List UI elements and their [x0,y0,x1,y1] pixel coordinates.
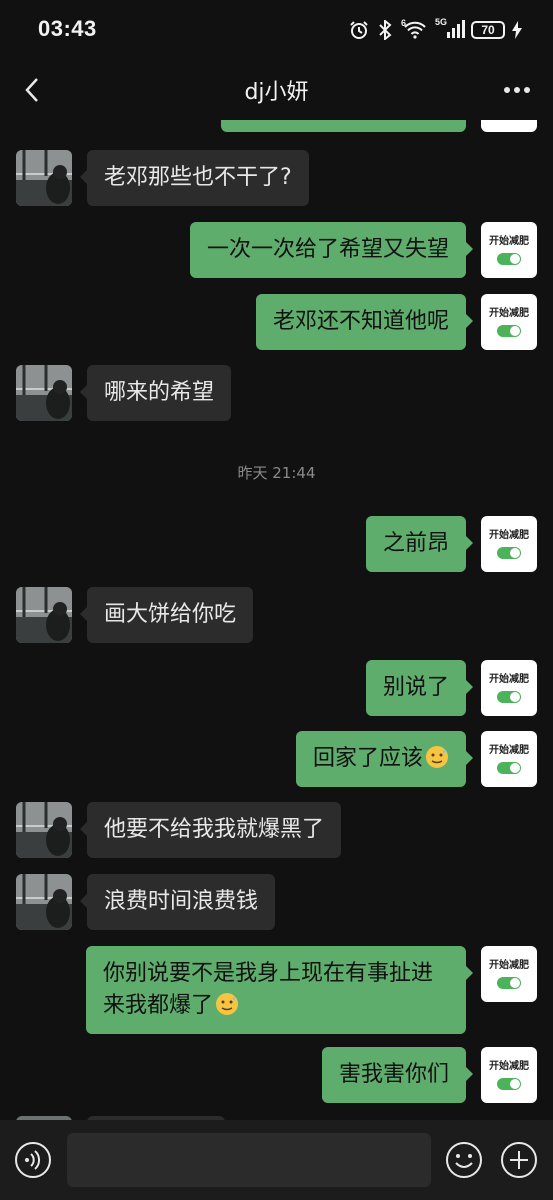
message-bubble-incoming[interactable]: 他要不给我我就爆黑了 [79,802,342,858]
contact-avatar[interactable] [16,802,72,858]
status-time: 03:43 [38,16,97,41]
toggle-icon [497,1078,521,1090]
message-bubble-outgoing[interactable]: 别说了 [365,660,474,716]
contact-avatar[interactable] [16,365,72,421]
partial-avatar [481,120,537,132]
toggle-icon [497,547,521,559]
toggle-icon [497,691,521,703]
avatar-photo [16,150,72,206]
avatar-label: 开始减肥 [489,308,529,319]
more-dots-icon [504,87,530,93]
alarm-icon [349,20,369,40]
my-avatar[interactable]: 开始减肥 [481,222,537,278]
avatar-label: 开始减肥 [489,1061,529,1072]
avatar-label: 开始减肥 [489,674,529,685]
emoji-button[interactable] [445,1141,483,1179]
avatar-label: 开始减肥 [489,236,529,247]
chat-header: dj小妍 [0,60,553,120]
message-text: 害我害你们 [338,1062,449,1087]
plus-icon [501,1142,537,1178]
voice-button[interactable] [14,1141,52,1179]
message-bubble-outgoing[interactable]: 之前昂 [365,516,474,572]
sweat-smile-emoji [216,993,239,1015]
avatar-label: 开始减肥 [489,530,529,541]
charging-icon [511,20,523,40]
timestamp: 昨天 21:44 [237,464,316,482]
my-avatar[interactable]: 开始减肥 [481,731,537,787]
my-avatar[interactable]: 开始减肥 [481,516,537,572]
message-text: 别说了 [382,675,449,700]
message-text: 老邓那些也不干了? [104,165,292,190]
message-list[interactable]: 老邓那些也不干了? 一次一次给了希望又失望 开始减肥 老邓还不知道他呢 开始减肥… [0,120,553,1120]
contact-avatar[interactable] [16,587,72,643]
contact-avatar[interactable] [16,150,72,206]
message-text: 一次一次给了希望又失望 [206,237,449,262]
wifi-label: 6 [401,18,407,28]
chat-title: dj小妍 [244,80,309,105]
partial-message-bubble [221,120,466,132]
message-text: 他要不给我我就爆黑了 [104,817,325,842]
signal-label: 5G [435,17,448,27]
my-avatar[interactable]: 开始减肥 [481,946,537,1002]
message-bubble-outgoing[interactable]: 害我害你们 [321,1047,474,1103]
message-text: 你别说要不是我身上现在有事扯进来我都爆了 [103,961,434,1018]
message-bubble-incoming[interactable]: 画大饼给你吃 [79,587,254,643]
avatar-photo [16,802,72,858]
avatar-photo [16,365,72,421]
message-text: 回家了应该 [312,746,423,771]
contact-avatar[interactable] [16,874,72,930]
more-actions-button[interactable] [500,1141,538,1179]
message-bubble-incoming[interactable]: 哪来的希望 [79,365,232,421]
input-bar [0,1120,553,1200]
cellular-signal-icon: 5G [435,17,465,40]
status-bar: 03:43 6 5G 70 [0,0,553,60]
message-text: 老邓还不知道他呢 [272,309,449,334]
wifi-icon: 6 [401,18,429,40]
my-avatar[interactable]: 开始减肥 [481,660,537,716]
toggle-icon [497,762,521,774]
more-options-button[interactable] [499,72,535,108]
avatar-photo [16,587,72,643]
avatar-photo [16,874,72,930]
voice-icon [15,1142,51,1178]
message-bubble-outgoing[interactable]: 一次一次给了希望又失望 [189,222,474,278]
battery-level: 70 [471,21,505,39]
message-text: 哪来的希望 [104,380,215,405]
bluetooth-icon [375,20,395,40]
message-bubble-incoming[interactable]: 浪费时间浪费钱 [79,874,276,930]
message-text: 之前昂 [382,531,449,556]
my-avatar[interactable]: 开始减肥 [481,294,537,350]
message-input[interactable] [67,1133,431,1187]
avatar-label: 开始减肥 [489,745,529,756]
toggle-icon [497,253,521,265]
message-text: 浪费时间浪费钱 [104,889,259,914]
status-icons: 6 5G 70 [349,17,523,42]
message-bubble-incoming[interactable]: 老邓那些也不干了? [80,150,309,206]
message-text: 画大饼给你吃 [104,602,237,627]
toggle-icon [497,977,521,989]
toggle-icon [497,325,521,337]
message-bubble-outgoing[interactable]: 你别说要不是我身上现在有事扯进来我都爆了 [86,946,473,1034]
sweat-smile-emoji [426,746,448,768]
message-bubble-outgoing[interactable]: 回家了应该 [295,731,474,787]
my-avatar[interactable]: 开始减肥 [481,1047,537,1103]
avatar-label: 开始减肥 [489,960,529,971]
smiley-icon [446,1142,482,1178]
battery-icon: 70 [471,21,505,39]
message-bubble-outgoing[interactable]: 老邓还不知道他呢 [255,294,474,350]
